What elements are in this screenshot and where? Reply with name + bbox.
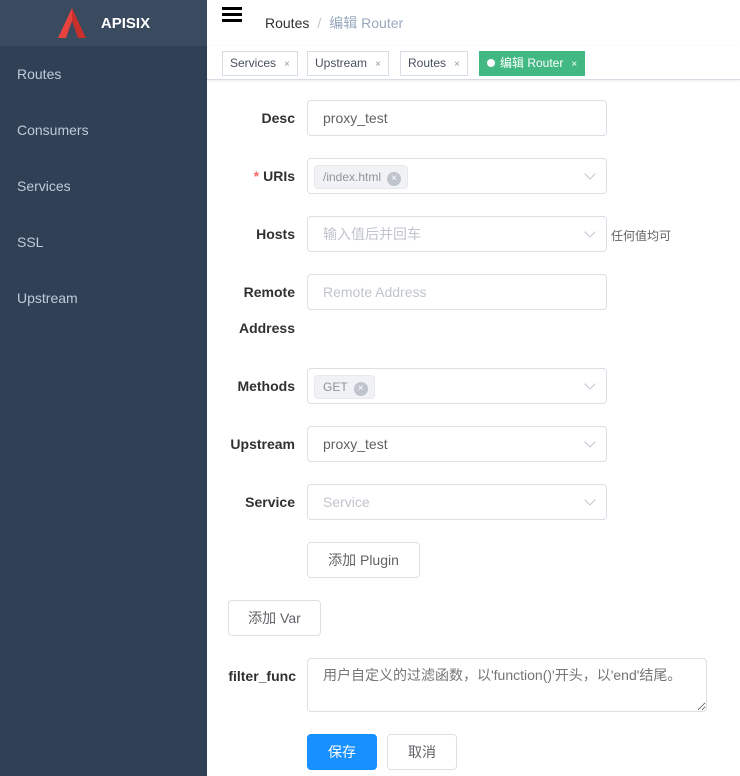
remote-address-input[interactable]: Remote Address xyxy=(307,274,607,310)
chip-close-icon[interactable]: × xyxy=(353,382,368,396)
cancel-button[interactable]: 取消 xyxy=(387,734,457,770)
apisix-logo-icon xyxy=(57,8,86,38)
tag-services[interactable]: Services × xyxy=(222,51,298,76)
desc-input[interactable]: proxy_test xyxy=(307,100,607,136)
tag-label: Services xyxy=(230,56,277,70)
hosts-placeholder: 输入值后并回车 xyxy=(323,226,421,242)
tags-view: Services × Upstream × Routes × 编辑 Router × xyxy=(207,46,740,80)
breadcrumb: Routes / 编辑 Router xyxy=(265,13,403,33)
hosts-select[interactable]: 输入值后并回车 xyxy=(307,216,607,252)
tag-edit-router[interactable]: 编辑 Router × xyxy=(479,51,586,76)
close-icon[interactable]: × xyxy=(454,59,460,70)
sidebar-item-consumers[interactable]: Consumers xyxy=(0,102,207,158)
header: Routes / 编辑 Router xyxy=(207,0,740,46)
logo[interactable]: APISIX xyxy=(0,0,207,46)
breadcrumb-separator: / xyxy=(317,15,322,31)
chip-label: /index.html xyxy=(323,170,382,184)
tag-upstream[interactable]: Upstream × xyxy=(307,51,389,76)
service-select[interactable]: Service xyxy=(307,484,607,520)
filter-func-textarea[interactable] xyxy=(307,658,707,712)
tag-routes[interactable]: Routes × xyxy=(400,51,468,76)
hosts-label: Hosts xyxy=(256,226,295,242)
remote-address-placeholder: Remote Address xyxy=(323,284,427,300)
close-icon[interactable]: × xyxy=(375,59,381,70)
remote-address-label: Remote xyxy=(243,284,295,300)
add-plugin-button[interactable]: 添加 Plugin xyxy=(307,542,420,578)
chevron-down-icon xyxy=(584,226,596,238)
brand-name: APISIX xyxy=(100,14,151,32)
add-var-button[interactable]: 添加 Var xyxy=(228,600,321,636)
chevron-down-icon xyxy=(584,378,596,390)
breadcrumb-current: 编辑 Router xyxy=(329,15,404,31)
desc-label: Desc xyxy=(261,110,295,126)
chevron-down-icon xyxy=(584,494,596,506)
breadcrumb-parent[interactable]: Routes xyxy=(265,15,309,31)
sidebar-item-ssl[interactable]: SSL xyxy=(0,214,207,270)
upstream-label: Upstream xyxy=(230,436,295,452)
method-chip: GET × xyxy=(314,375,375,399)
chip-close-icon[interactable]: × xyxy=(387,172,402,186)
uris-label-text: URIs xyxy=(263,168,295,184)
chevron-down-icon xyxy=(584,168,596,180)
active-dot-icon xyxy=(487,59,495,67)
hosts-hint: 任何值均可 xyxy=(611,229,672,243)
sidebar-item-routes[interactable]: Routes xyxy=(0,46,207,102)
upstream-value: proxy_test xyxy=(323,436,388,452)
sidebar-item-services[interactable]: Services xyxy=(0,158,207,214)
service-label: Service xyxy=(245,494,295,510)
uris-select[interactable]: /index.html × xyxy=(307,158,607,194)
tag-label: Routes xyxy=(408,56,447,70)
save-button[interactable]: 保存 xyxy=(307,734,377,770)
tag-label: Upstream xyxy=(315,56,368,70)
uris-label: * URIs xyxy=(205,168,295,184)
methods-select[interactable]: GET × xyxy=(307,368,607,404)
sidebar: APISIX Routes Consumers Services SSL Ups… xyxy=(0,0,207,776)
remote-address-label-2: Address xyxy=(238,320,295,336)
filter-func-label: filter_func xyxy=(228,668,296,684)
tag-label: 编辑 Router xyxy=(500,56,564,70)
upstream-select[interactable]: proxy_test xyxy=(307,426,607,462)
chip-label: GET xyxy=(323,380,348,394)
uri-chip: /index.html × xyxy=(314,165,409,189)
close-icon[interactable]: × xyxy=(284,59,290,70)
service-placeholder: Service xyxy=(323,494,370,510)
methods-label: Methods xyxy=(237,378,295,394)
hamburger-icon[interactable] xyxy=(222,7,242,25)
chevron-down-icon xyxy=(584,436,596,448)
required-mark: * xyxy=(253,168,260,184)
sidebar-item-upstream[interactable]: Upstream xyxy=(0,270,207,326)
close-icon[interactable]: × xyxy=(571,59,577,70)
